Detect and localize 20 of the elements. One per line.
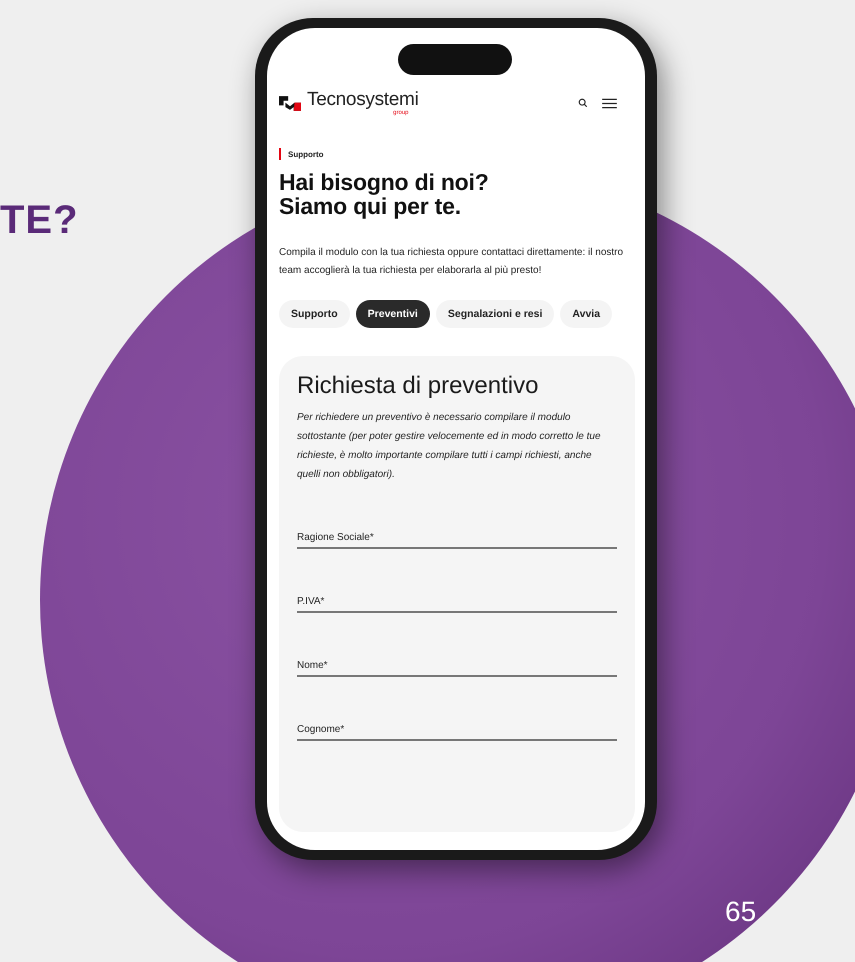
- heading-fragment: TE?: [0, 198, 79, 243]
- input-field[interactable]: P.IVA*: [297, 592, 617, 613]
- input-field[interactable]: Nome*: [297, 656, 617, 677]
- form-description: Per richiedere un preventivo è necessario compilare il modulo sottostante (per poter gestire velocemente ed in modo corretto le tue richieste, è molto importante compilare tutti i campi richiesti, anche quelli non obbligatori).: [297, 411, 602, 482]
- intro-text: Compila il modulo con la tua richiesta oppure contattaci direttamente: il nostro team accoglierà la tua richiesta per elaborarla al più presto!: [279, 246, 624, 278]
- tab[interactable]: Supporto: [279, 300, 350, 328]
- headline: Hai bisogno di noi? Siamo qui per te.: [279, 170, 490, 218]
- input-field[interactable]: Ragione Sociale*: [297, 528, 617, 549]
- form-title: Richiesta di preventivo: [297, 372, 540, 400]
- tab[interactable]: Segnalazioni e resi: [436, 300, 554, 328]
- logo-mark-icon: [279, 96, 301, 110]
- tab[interactable]: Avvia: [560, 300, 612, 328]
- input-field[interactable]: Cognome*: [297, 720, 617, 741]
- breadcrumb-label: Supporto: [288, 150, 324, 158]
- menu-icon[interactable]: [602, 98, 617, 108]
- search-icon[interactable]: [578, 98, 588, 108]
- accent-bar: [279, 148, 281, 160]
- logo-text: Tecnosystemi: [307, 90, 418, 110]
- tab[interactable]: Preventivi: [356, 300, 430, 328]
- page-number: 65: [725, 896, 756, 928]
